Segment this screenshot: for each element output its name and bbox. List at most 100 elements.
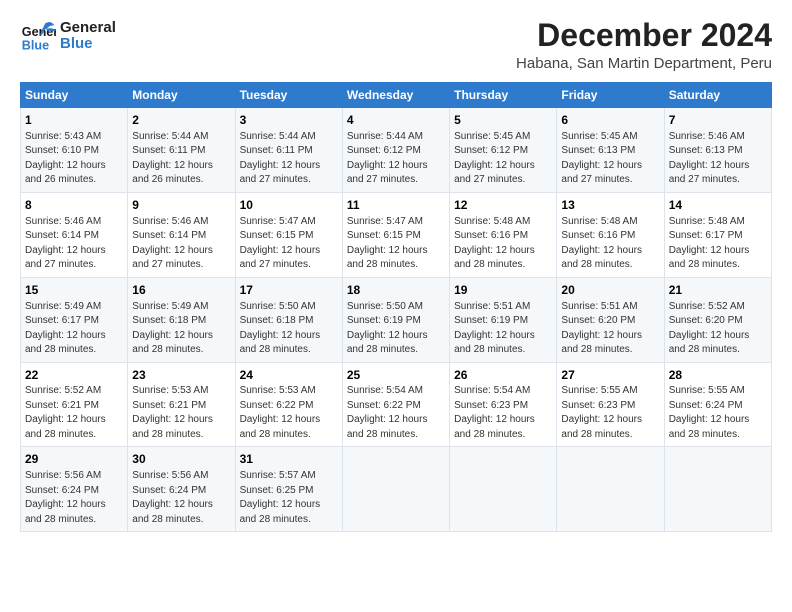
day-number: 8 xyxy=(25,197,123,214)
day-info: Sunrise: 5:45 AMSunset: 6:12 PMDaylight:… xyxy=(454,130,552,188)
calendar-cell: 19Sunrise: 5:51 AMSunset: 6:19 PMDayligh… xyxy=(450,277,557,362)
day-number: 3 xyxy=(240,112,338,129)
day-info: Sunrise: 5:47 AMSunset: 6:15 PMDaylight:… xyxy=(347,215,445,273)
calendar-cell: 31Sunrise: 5:57 AMSunset: 6:25 PMDayligh… xyxy=(235,447,342,532)
calendar-cell: 22Sunrise: 5:52 AMSunset: 6:21 PMDayligh… xyxy=(21,362,128,447)
day-info: Sunrise: 5:54 AMSunset: 6:22 PMDaylight:… xyxy=(347,384,445,442)
subtitle: Habana, San Martin Department, Peru xyxy=(516,55,772,72)
page: General Blue General Blue December 2024 … xyxy=(0,0,792,542)
day-number: 16 xyxy=(132,282,230,299)
day-number: 20 xyxy=(561,282,659,299)
day-number: 9 xyxy=(132,197,230,214)
day-info: Sunrise: 5:57 AMSunset: 6:25 PMDaylight:… xyxy=(240,469,338,527)
day-info: Sunrise: 5:48 AMSunset: 6:16 PMDaylight:… xyxy=(454,215,552,273)
calendar-cell: 7Sunrise: 5:46 AMSunset: 6:13 PMDaylight… xyxy=(664,108,771,193)
calendar-cell: 12Sunrise: 5:48 AMSunset: 6:16 PMDayligh… xyxy=(450,192,557,277)
col-header-wednesday: Wednesday xyxy=(342,83,449,108)
day-number: 15 xyxy=(25,282,123,299)
calendar-table: SundayMondayTuesdayWednesdayThursdayFrid… xyxy=(20,82,772,532)
main-title: December 2024 xyxy=(516,18,772,53)
header-row: SundayMondayTuesdayWednesdayThursdayFrid… xyxy=(21,83,772,108)
calendar-cell: 14Sunrise: 5:48 AMSunset: 6:17 PMDayligh… xyxy=(664,192,771,277)
calendar-cell: 10Sunrise: 5:47 AMSunset: 6:15 PMDayligh… xyxy=(235,192,342,277)
day-info: Sunrise: 5:44 AMSunset: 6:11 PMDaylight:… xyxy=(132,130,230,188)
day-number: 25 xyxy=(347,367,445,384)
day-info: Sunrise: 5:50 AMSunset: 6:18 PMDaylight:… xyxy=(240,300,338,358)
day-number: 5 xyxy=(454,112,552,129)
week-row-5: 29Sunrise: 5:56 AMSunset: 6:24 PMDayligh… xyxy=(21,447,772,532)
calendar-cell: 9Sunrise: 5:46 AMSunset: 6:14 PMDaylight… xyxy=(128,192,235,277)
week-row-3: 15Sunrise: 5:49 AMSunset: 6:17 PMDayligh… xyxy=(21,277,772,362)
day-info: Sunrise: 5:55 AMSunset: 6:23 PMDaylight:… xyxy=(561,384,659,442)
day-number: 12 xyxy=(454,197,552,214)
calendar-cell: 28Sunrise: 5:55 AMSunset: 6:24 PMDayligh… xyxy=(664,362,771,447)
day-info: Sunrise: 5:43 AMSunset: 6:10 PMDaylight:… xyxy=(25,130,123,188)
day-info: Sunrise: 5:55 AMSunset: 6:24 PMDaylight:… xyxy=(669,384,767,442)
day-number: 2 xyxy=(132,112,230,129)
day-info: Sunrise: 5:46 AMSunset: 6:14 PMDaylight:… xyxy=(25,215,123,273)
day-number: 24 xyxy=(240,367,338,384)
day-info: Sunrise: 5:44 AMSunset: 6:11 PMDaylight:… xyxy=(240,130,338,188)
day-number: 19 xyxy=(454,282,552,299)
day-info: Sunrise: 5:49 AMSunset: 6:17 PMDaylight:… xyxy=(25,300,123,358)
day-info: Sunrise: 5:46 AMSunset: 6:14 PMDaylight:… xyxy=(132,215,230,273)
day-number: 4 xyxy=(347,112,445,129)
day-info: Sunrise: 5:56 AMSunset: 6:24 PMDaylight:… xyxy=(132,469,230,527)
calendar-cell: 4Sunrise: 5:44 AMSunset: 6:12 PMDaylight… xyxy=(342,108,449,193)
day-number: 31 xyxy=(240,451,338,468)
day-number: 11 xyxy=(347,197,445,214)
day-number: 21 xyxy=(669,282,767,299)
logo-icon: General Blue xyxy=(20,18,56,54)
day-info: Sunrise: 5:54 AMSunset: 6:23 PMDaylight:… xyxy=(454,384,552,442)
day-number: 22 xyxy=(25,367,123,384)
day-info: Sunrise: 5:52 AMSunset: 6:20 PMDaylight:… xyxy=(669,300,767,358)
logo: General Blue General Blue xyxy=(20,18,116,54)
day-info: Sunrise: 5:56 AMSunset: 6:24 PMDaylight:… xyxy=(25,469,123,527)
svg-text:Blue: Blue xyxy=(22,39,49,53)
day-info: Sunrise: 5:45 AMSunset: 6:13 PMDaylight:… xyxy=(561,130,659,188)
day-number: 23 xyxy=(132,367,230,384)
calendar-cell: 27Sunrise: 5:55 AMSunset: 6:23 PMDayligh… xyxy=(557,362,664,447)
calendar-cell: 11Sunrise: 5:47 AMSunset: 6:15 PMDayligh… xyxy=(342,192,449,277)
day-info: Sunrise: 5:48 AMSunset: 6:16 PMDaylight:… xyxy=(561,215,659,273)
col-header-thursday: Thursday xyxy=(450,83,557,108)
calendar-cell: 6Sunrise: 5:45 AMSunset: 6:13 PMDaylight… xyxy=(557,108,664,193)
calendar-cell: 15Sunrise: 5:49 AMSunset: 6:17 PMDayligh… xyxy=(21,277,128,362)
day-info: Sunrise: 5:49 AMSunset: 6:18 PMDaylight:… xyxy=(132,300,230,358)
day-number: 13 xyxy=(561,197,659,214)
col-header-sunday: Sunday xyxy=(21,83,128,108)
calendar-cell xyxy=(664,447,771,532)
day-info: Sunrise: 5:52 AMSunset: 6:21 PMDaylight:… xyxy=(25,384,123,442)
day-number: 6 xyxy=(561,112,659,129)
col-header-monday: Monday xyxy=(128,83,235,108)
calendar-cell: 3Sunrise: 5:44 AMSunset: 6:11 PMDaylight… xyxy=(235,108,342,193)
day-number: 27 xyxy=(561,367,659,384)
svg-text:General: General xyxy=(22,25,56,39)
calendar-cell xyxy=(557,447,664,532)
calendar-cell: 29Sunrise: 5:56 AMSunset: 6:24 PMDayligh… xyxy=(21,447,128,532)
logo-text: General Blue xyxy=(60,20,116,53)
calendar-cell: 2Sunrise: 5:44 AMSunset: 6:11 PMDaylight… xyxy=(128,108,235,193)
col-header-tuesday: Tuesday xyxy=(235,83,342,108)
calendar-cell: 25Sunrise: 5:54 AMSunset: 6:22 PMDayligh… xyxy=(342,362,449,447)
calendar-cell: 23Sunrise: 5:53 AMSunset: 6:21 PMDayligh… xyxy=(128,362,235,447)
week-row-2: 8Sunrise: 5:46 AMSunset: 6:14 PMDaylight… xyxy=(21,192,772,277)
calendar-cell: 16Sunrise: 5:49 AMSunset: 6:18 PMDayligh… xyxy=(128,277,235,362)
day-info: Sunrise: 5:51 AMSunset: 6:20 PMDaylight:… xyxy=(561,300,659,358)
calendar-cell: 20Sunrise: 5:51 AMSunset: 6:20 PMDayligh… xyxy=(557,277,664,362)
calendar-cell: 24Sunrise: 5:53 AMSunset: 6:22 PMDayligh… xyxy=(235,362,342,447)
calendar-cell: 13Sunrise: 5:48 AMSunset: 6:16 PMDayligh… xyxy=(557,192,664,277)
day-number: 26 xyxy=(454,367,552,384)
calendar-cell: 18Sunrise: 5:50 AMSunset: 6:19 PMDayligh… xyxy=(342,277,449,362)
day-number: 17 xyxy=(240,282,338,299)
calendar-cell: 21Sunrise: 5:52 AMSunset: 6:20 PMDayligh… xyxy=(664,277,771,362)
week-row-4: 22Sunrise: 5:52 AMSunset: 6:21 PMDayligh… xyxy=(21,362,772,447)
day-info: Sunrise: 5:46 AMSunset: 6:13 PMDaylight:… xyxy=(669,130,767,188)
week-row-1: 1Sunrise: 5:43 AMSunset: 6:10 PMDaylight… xyxy=(21,108,772,193)
day-number: 1 xyxy=(25,112,123,129)
day-number: 29 xyxy=(25,451,123,468)
calendar-cell xyxy=(342,447,449,532)
day-number: 7 xyxy=(669,112,767,129)
day-number: 14 xyxy=(669,197,767,214)
day-info: Sunrise: 5:51 AMSunset: 6:19 PMDaylight:… xyxy=(454,300,552,358)
